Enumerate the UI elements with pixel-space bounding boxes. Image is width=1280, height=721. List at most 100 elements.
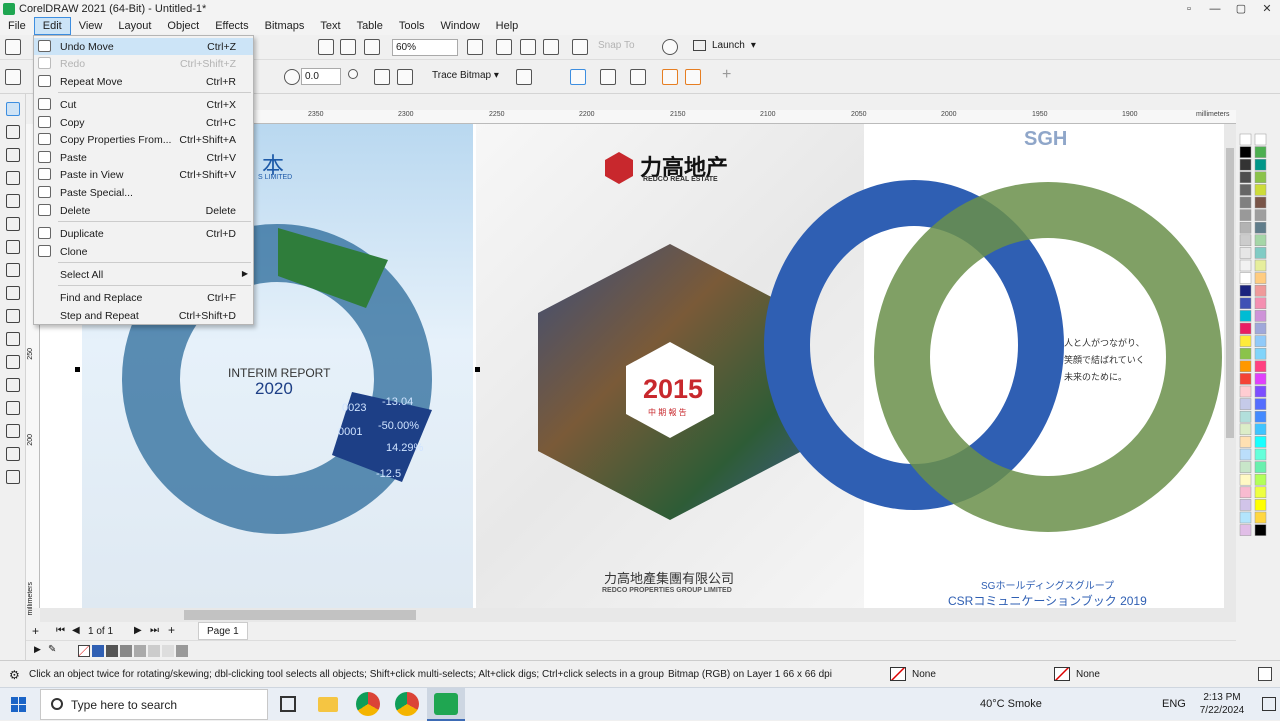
palette-swatch[interactable] bbox=[1239, 247, 1252, 259]
menu-item-paste-in-view[interactable]: Paste in View Ctrl+Shift+V bbox=[34, 166, 253, 183]
mirror-vertical-icon[interactable] bbox=[397, 69, 413, 85]
add-page-icon[interactable]: + bbox=[32, 624, 39, 638]
shape-tool-icon[interactable] bbox=[5, 125, 20, 139]
menu-item-find-replace[interactable]: Find and Replace Ctrl+F bbox=[34, 289, 253, 306]
file-explorer-icon[interactable] bbox=[318, 697, 338, 712]
bitmap-lines-icon[interactable] bbox=[630, 69, 646, 85]
menu-text[interactable]: Text bbox=[312, 17, 348, 35]
palette-swatch[interactable] bbox=[1254, 221, 1267, 234]
color-swatch[interactable] bbox=[120, 645, 132, 657]
drop-shadow-icon[interactable] bbox=[5, 378, 20, 392]
show-rulers-icon[interactable] bbox=[496, 39, 512, 55]
palette-swatch[interactable] bbox=[1254, 234, 1267, 247]
horizontal-scrollbar[interactable] bbox=[40, 608, 1236, 622]
object-origin-icon[interactable] bbox=[5, 69, 21, 85]
palette-swatch[interactable] bbox=[1239, 133, 1252, 146]
palette-swatch[interactable] bbox=[1239, 360, 1252, 373]
palette-swatch[interactable] bbox=[1239, 171, 1252, 184]
connector-tool-icon[interactable] bbox=[5, 355, 20, 369]
palette-swatch[interactable] bbox=[1239, 259, 1252, 272]
palette-swatch[interactable] bbox=[1254, 322, 1267, 335]
next-page-icon[interactable]: ▶ bbox=[134, 625, 142, 636]
settings-gear-icon[interactable]: ⚙ bbox=[9, 668, 20, 682]
menu-item-paste-special[interactable]: Paste Special... bbox=[34, 184, 253, 201]
palette-swatch[interactable] bbox=[1254, 347, 1267, 360]
palette-swatch[interactable] bbox=[1239, 221, 1252, 234]
palette-swatch[interactable] bbox=[1254, 272, 1267, 284]
new-document-icon[interactable] bbox=[5, 39, 21, 55]
menu-layout[interactable]: Layout bbox=[110, 17, 159, 35]
eyedropper-icon[interactable] bbox=[5, 424, 20, 438]
export-icon[interactable] bbox=[340, 39, 356, 55]
color-swatch[interactable] bbox=[92, 645, 104, 657]
no-color-swatch[interactable] bbox=[78, 645, 90, 657]
menu-edit[interactable]: Edit bbox=[33, 17, 71, 35]
freehand-tool-icon[interactable] bbox=[5, 194, 20, 208]
snap-to-dropdown[interactable]: Snap To bbox=[598, 40, 635, 51]
add-icon[interactable]: + bbox=[722, 66, 731, 84]
palette-swatch[interactable] bbox=[1239, 335, 1252, 347]
menu-item-step-repeat[interactable]: Step and Repeat Ctrl+Shift+D bbox=[34, 307, 253, 324]
palette-swatch[interactable] bbox=[1254, 524, 1267, 536]
palette-swatch[interactable] bbox=[1254, 196, 1267, 209]
palette-swatch[interactable] bbox=[1239, 398, 1252, 410]
rotation-center-icon[interactable] bbox=[348, 69, 358, 79]
launch-dropdown[interactable]: Launch ▾ bbox=[693, 40, 756, 51]
palette-swatch[interactable] bbox=[1254, 511, 1267, 524]
add-tool-icon[interactable] bbox=[5, 470, 20, 484]
rotation-angle-field[interactable]: 0.0 bbox=[301, 68, 341, 85]
coreldraw-taskbar-button[interactable] bbox=[427, 688, 465, 721]
palette-swatch[interactable] bbox=[1254, 436, 1267, 448]
selection-handle[interactable] bbox=[75, 367, 80, 372]
menu-file[interactable]: File bbox=[0, 17, 34, 35]
color-swatch[interactable] bbox=[162, 645, 174, 657]
last-page-icon[interactable]: ⏭ bbox=[150, 625, 159, 636]
menu-help[interactable]: Help bbox=[488, 17, 527, 35]
color-swatch[interactable] bbox=[106, 645, 118, 657]
eyedropper-icon[interactable]: ✎ bbox=[48, 644, 56, 655]
fill-indicator[interactable]: None bbox=[890, 667, 936, 681]
menu-effects[interactable]: Effects bbox=[207, 17, 256, 35]
selection-handle[interactable] bbox=[475, 367, 480, 372]
artistic-media-icon[interactable] bbox=[5, 217, 20, 231]
palette-swatch[interactable] bbox=[1239, 196, 1252, 209]
palette-swatch[interactable] bbox=[1254, 448, 1267, 461]
snap-off-icon[interactable] bbox=[572, 39, 588, 55]
close-button[interactable]: ✕ bbox=[1254, 0, 1280, 17]
options-gear-icon[interactable] bbox=[662, 39, 678, 55]
menu-view[interactable]: View bbox=[71, 17, 111, 35]
zoom-tool-icon[interactable] bbox=[5, 171, 20, 185]
palette-swatch[interactable] bbox=[1254, 410, 1267, 423]
pick-tool-icon[interactable] bbox=[5, 102, 20, 116]
first-page-icon[interactable]: ⏮ bbox=[56, 625, 65, 636]
menu-window[interactable]: Window bbox=[433, 17, 488, 35]
palette-swatch[interactable] bbox=[1254, 133, 1267, 146]
color-swatch[interactable] bbox=[148, 645, 160, 657]
palette-swatch[interactable] bbox=[1239, 436, 1252, 448]
crop-bitmap-icon[interactable] bbox=[516, 69, 532, 85]
minimize-button[interactable]: — bbox=[1202, 0, 1228, 17]
palette-swatch[interactable] bbox=[1239, 486, 1252, 499]
crop-tool-icon[interactable] bbox=[5, 148, 20, 162]
palette-swatch[interactable] bbox=[1239, 499, 1252, 511]
trace-bitmap-dropdown[interactable]: Trace Bitmap ▾ bbox=[432, 70, 499, 81]
palette-swatch[interactable] bbox=[1254, 423, 1267, 436]
palette-swatch[interactable] bbox=[1254, 146, 1267, 158]
palette-swatch[interactable] bbox=[1239, 347, 1252, 360]
palette-swatch[interactable] bbox=[1254, 385, 1267, 398]
menu-item-undo[interactable]: Undo Move Ctrl+Z bbox=[34, 38, 253, 55]
import-icon[interactable] bbox=[318, 39, 334, 55]
weather-widget[interactable]: 40°C Smoke bbox=[980, 698, 1042, 710]
palette-swatch[interactable] bbox=[1254, 499, 1267, 511]
menu-item-cut[interactable]: Cut Ctrl+X bbox=[34, 96, 253, 113]
color-swatch[interactable] bbox=[134, 645, 146, 657]
menu-item-duplicate[interactable]: Duplicate Ctrl+D bbox=[34, 225, 253, 242]
menu-item-copy[interactable]: Copy Ctrl+C bbox=[34, 114, 253, 131]
full-screen-icon[interactable] bbox=[467, 39, 483, 55]
scroll-thumb[interactable] bbox=[1226, 148, 1234, 438]
prev-page-icon[interactable]: ◀ bbox=[72, 625, 80, 636]
add-page-after-icon[interactable]: + bbox=[168, 623, 175, 637]
palette-swatch[interactable] bbox=[1239, 322, 1252, 335]
palette-swatch[interactable] bbox=[1239, 373, 1252, 385]
palette-swatch[interactable] bbox=[1254, 259, 1267, 272]
